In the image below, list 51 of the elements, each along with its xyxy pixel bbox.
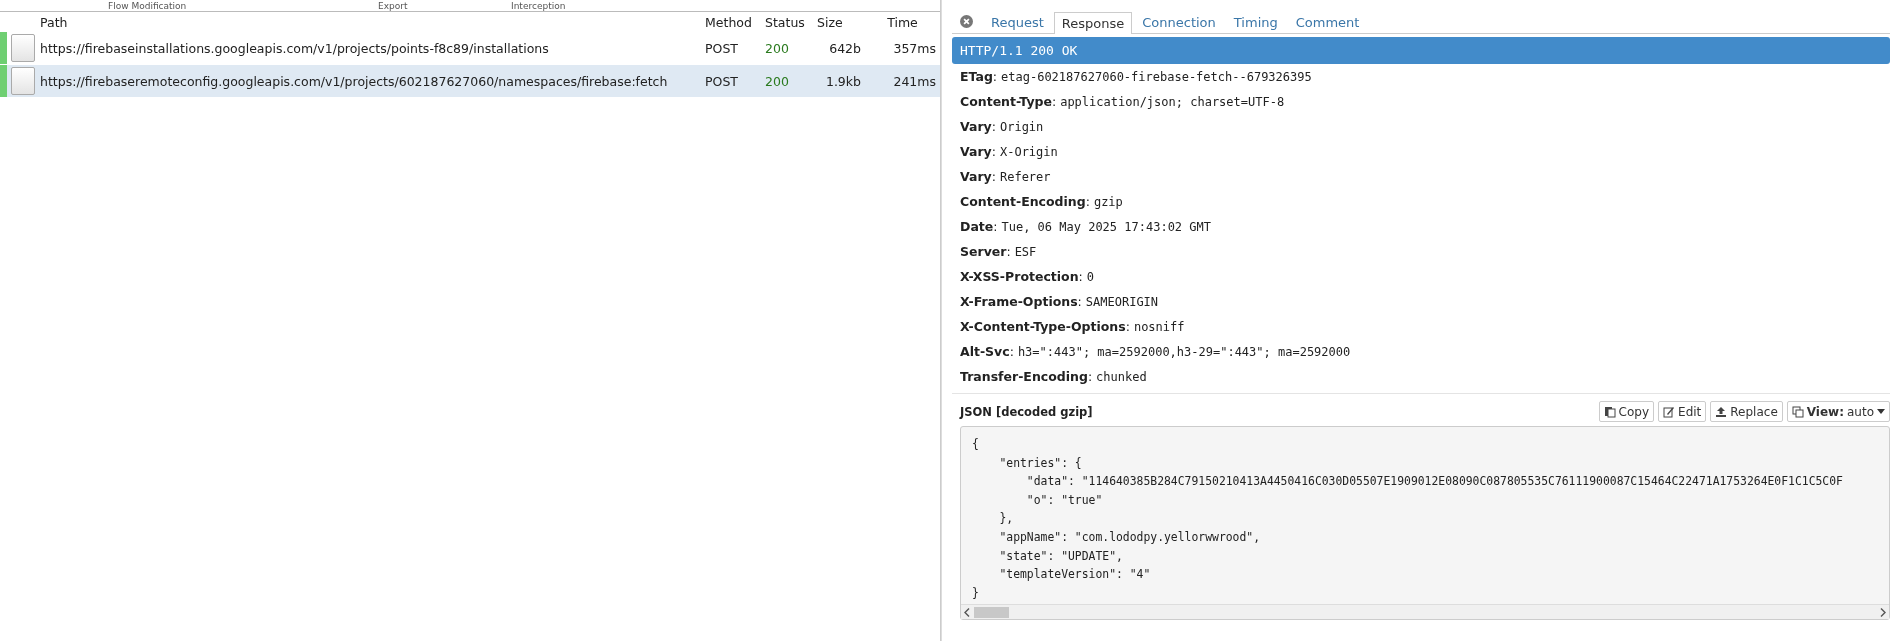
header-line: Server: ESF <box>959 243 1038 261</box>
edit-icon <box>1663 405 1676 418</box>
tab[interactable]: Response <box>1053 12 1133 34</box>
column-header[interactable]: Status <box>765 14 817 30</box>
status-cell-text: 200 <box>765 73 790 89</box>
upload-icon <box>1715 405 1728 418</box>
size-cell-text: 1.9kb <box>824 73 862 89</box>
header-line: Content-Type: application/json; charset=UTF-8 <box>959 93 1286 111</box>
header-line: Content-Encoding: gzip <box>959 193 1124 211</box>
toolbar-button[interactable]: Replace <box>1710 401 1783 422</box>
chevron-left-icon <box>964 607 970 617</box>
header-line: X-Frame-Options: SAMEORIGIN <box>959 293 1160 311</box>
body-title: JSON [decoded gzip] <box>960 404 1093 419</box>
header-line: X-XSS-Protection: 0 <box>959 268 1096 286</box>
header-line: X-Content-Type-Options: nosniff <box>959 318 1186 336</box>
method-cell-text: POST <box>705 73 739 89</box>
column-header[interactable]: Path <box>40 14 705 30</box>
flow-row[interactable]: https://firebaseremoteconfig.googleapis.com/v1/projects/602187627060/namespaces/firebase:fetch POST 200 1.9kb 241ms <box>0 65 940 97</box>
chevron-right-icon <box>1880 607 1886 617</box>
clipboard-icon <box>1603 405 1616 418</box>
status-cell-text: 200 <box>765 40 790 56</box>
toolbar-button[interactable]: Copy <box>1598 401 1655 422</box>
scrollbar[interactable] <box>961 604 1889 619</box>
size-cell-text: 642b <box>828 40 862 56</box>
header-line: Vary: Referer <box>959 168 1052 186</box>
column-header[interactable]: Size <box>817 14 865 30</box>
view-dropdown[interactable]: View: auto <box>1786 401 1890 422</box>
flow-icon <box>11 67 35 95</box>
header-line: Vary: X-Origin <box>959 143 1059 161</box>
column-header[interactable]: Time <box>865 14 940 30</box>
json-code: { "entries": { "data": "114640385B284C79150210413A4450416C030D05507E1909012E08090C087805535C76111900087C15464C22471A1753264E0F1C1C5C0F "o": "true" }, "appName": "com.lododpy.yellorwwrood", "state": "UPDATE", "templateVersion": "4" } <box>971 436 1844 602</box>
header-line: Transfer-Encoding: chunked <box>959 368 1148 386</box>
menu-label[interactable]: Flow Modification <box>108 1 378 11</box>
menu-label[interactable]: Interception <box>511 1 661 11</box>
path-cell-text: https://firebaseremoteconfig.googleapis.com/v1/projects/602187627060/namespaces/firebase:fetch <box>40 73 669 89</box>
time-cell-text: 241ms <box>892 73 937 89</box>
scrollbar-thumb[interactable] <box>974 606 1009 618</box>
copy-icon <box>1791 405 1804 418</box>
caret-icon <box>1877 409 1885 414</box>
column-header[interactable]: Method <box>705 14 765 30</box>
header-line: Vary: Origin <box>959 118 1045 136</box>
header-line: Date: Tue, 06 May 2025 17:43:02 GMT <box>959 218 1212 236</box>
flow-icon <box>11 34 35 62</box>
header-line: ETag: etag-602187627060-firebase-fetch--679326395 <box>959 68 1313 86</box>
time-cell-text: 357ms <box>892 40 937 56</box>
method-cell-text: POST <box>705 40 739 56</box>
menu-label[interactable]: Export <box>378 1 511 11</box>
close-icon[interactable] <box>960 15 973 28</box>
toolbar-button[interactable]: Edit <box>1658 401 1707 422</box>
path-cell-text: https://firebaseinstallations.googleapis.com/v1/projects/points-f8c89/installations <box>40 40 550 56</box>
header-line: Alt-Svc: h3=":443"; ma=2592000,h3-29=":443"; ma=2592000 <box>959 343 1352 361</box>
